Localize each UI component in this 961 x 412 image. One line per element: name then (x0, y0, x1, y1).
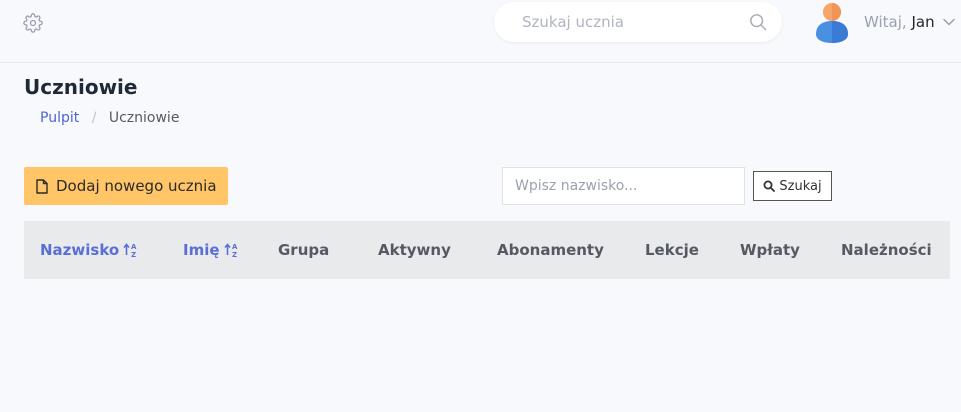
search-button[interactable]: Szukaj (753, 171, 832, 201)
gear-icon[interactable] (23, 13, 43, 33)
column-header-active: Aktywny (378, 241, 451, 259)
add-student-button[interactable]: Dodaj nowego ucznia (24, 167, 228, 205)
add-student-label: Dodaj nowego ucznia (56, 177, 217, 195)
table-header: Nazwisko A Z Imię A Z Grupa Aktywny Abon… (24, 221, 950, 279)
sort-alpha-icon[interactable]: A Z (223, 242, 240, 258)
page-title: Uczniowie (24, 75, 138, 99)
search-icon (763, 180, 776, 192)
column-header-first-name[interactable]: Imię A Z (183, 241, 240, 259)
column-header-dues: Należności (841, 241, 932, 259)
top-bar: Szukaj ucznia Witaj, Jan (0, 0, 961, 63)
sort-alpha-icon[interactable]: A Z (123, 242, 139, 258)
search-placeholder: Szukaj ucznia (522, 13, 624, 31)
student-search-input[interactable]: Szukaj ucznia (494, 2, 782, 42)
svg-text:A: A (232, 243, 238, 251)
search-button-label: Szukaj (779, 178, 822, 194)
breadcrumb-current: Uczniowie (108, 110, 180, 126)
svg-text:A: A (131, 243, 137, 251)
column-header-lessons: Lekcje (645, 241, 699, 259)
column-header-payments: Wpłaty (740, 241, 800, 259)
svg-text:Z: Z (131, 251, 136, 258)
column-header-subscriptions: Abonamenty (497, 241, 604, 259)
user-greeting[interactable]: Witaj, Jan (864, 13, 935, 31)
user-name: Jan (911, 13, 935, 31)
column-label: Imię (183, 241, 220, 259)
chevron-down-icon[interactable] (943, 18, 955, 26)
document-icon (36, 178, 48, 194)
greeting-text: Witaj, (864, 13, 907, 31)
search-icon[interactable] (749, 13, 767, 31)
column-label: Nazwisko (40, 241, 120, 259)
column-header-surname[interactable]: Nazwisko A Z (40, 241, 139, 259)
breadcrumb-separator: / (91, 110, 97, 126)
column-header-group: Grupa (278, 241, 330, 259)
avatar[interactable] (814, 1, 850, 43)
surname-search-input[interactable] (502, 167, 745, 205)
svg-text:Z: Z (232, 251, 237, 258)
breadcrumb-link-pulpit[interactable]: Pulpit (40, 110, 79, 126)
breadcrumb: Pulpit / Uczniowie (40, 110, 179, 126)
